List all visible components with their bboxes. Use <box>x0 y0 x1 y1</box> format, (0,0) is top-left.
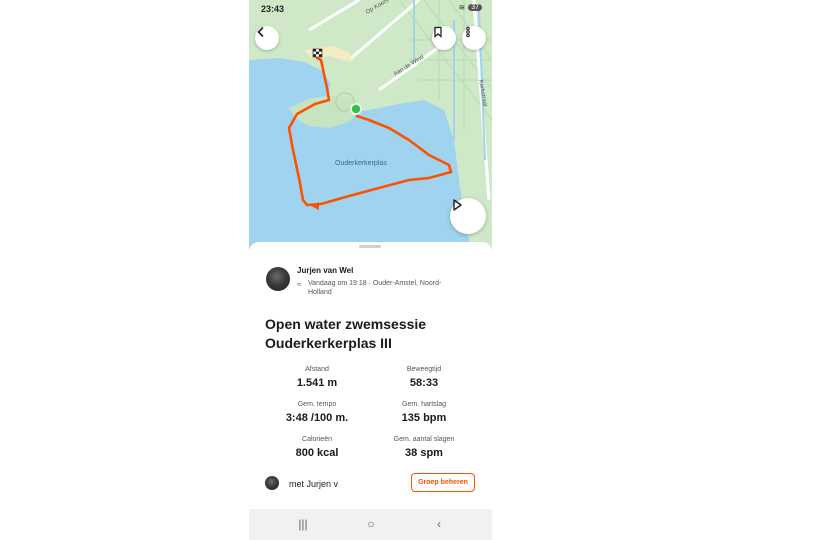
stat-label: Gem. tempo <box>297 401 337 408</box>
sheet-drag-handle[interactable] <box>359 245 381 248</box>
stat-label: Calorieën <box>302 436 332 443</box>
stat-moving-time: Beweegtijd 58:33 <box>369 365 479 391</box>
activity-title: Open water zwemsessie Ouderkerkerplas II… <box>265 316 427 351</box>
stat-calories: Calorieën 800 kcal <box>262 435 372 461</box>
stat-avg-stroke-rate: Gem. aantal slagen 38 spm <box>369 435 479 461</box>
finish-flag-icon <box>312 48 323 58</box>
lake-label: Ouderkerkerplas <box>335 160 387 167</box>
android-nav-bar: ||| ○ ‹ <box>249 509 492 540</box>
stat-label: Afstand <box>305 366 329 373</box>
stat-value: 38 spm <box>405 447 443 459</box>
manage-group-button[interactable]: Groep beheren <box>411 473 475 492</box>
bookmark-button[interactable] <box>432 26 456 50</box>
more-options-button[interactable] <box>462 26 486 50</box>
phone-screen: Ouderkerkerplas Op Koers Aan de Wind Ker… <box>249 0 492 540</box>
group-members-text[interactable]: met Jurjen v <box>289 479 338 489</box>
stat-distance: Afstand 1.541 m <box>262 365 372 391</box>
group-member-avatar[interactable] <box>265 476 279 490</box>
stat-label: Beweegtijd <box>406 366 442 373</box>
athlete-name[interactable]: Jurjen van Wel <box>297 266 353 275</box>
home-icon: ○ <box>367 517 375 531</box>
play-icon <box>453 199 462 211</box>
system-back-icon: ‹ <box>437 517 441 531</box>
battery-level: 37 <box>468 4 482 11</box>
status-time: 23:43 <box>261 4 285 14</box>
stat-value: 58:33 <box>409 377 439 389</box>
stat-value: 1.541 m <box>296 377 338 389</box>
status-icons: ≋ 37 <box>458 3 482 12</box>
play-flyover-button[interactable] <box>450 198 486 234</box>
back-arrow-icon <box>257 27 264 37</box>
stat-value: 3:48 /100 m. <box>285 412 349 424</box>
recents-icon: ||| <box>298 517 308 531</box>
stat-label: Gem. aantal slagen <box>393 436 455 443</box>
recents-button[interactable]: ||| <box>288 515 318 533</box>
bookmark-icon <box>434 26 442 38</box>
stat-avg-heart-rate: Gem. hartslag 135 bpm <box>369 400 479 426</box>
stat-label: Gem. hartslag <box>402 401 446 408</box>
avatar[interactable] <box>266 267 290 291</box>
stat-value: 800 kcal <box>295 447 339 459</box>
system-back-button[interactable]: ‹ <box>424 515 454 533</box>
wifi-icon: ≋ <box>458 3 466 12</box>
activity-sheet: Jurjen van Wel ≈ Vandaag om 19:18 · Oude… <box>249 242 492 510</box>
route-map[interactable]: Ouderkerkerplas Op Koers Aan de Wind Ker… <box>249 0 492 250</box>
activity-meta: Vandaag om 19:18 · Ouder-Amstel, Noord-H… <box>308 280 442 296</box>
swim-icon: ≈ <box>297 280 302 289</box>
stat-avg-pace: Gem. tempo 3:48 /100 m. <box>262 400 372 426</box>
back-button[interactable] <box>255 26 279 50</box>
more-vertical-icon <box>466 26 470 38</box>
start-marker <box>350 103 362 115</box>
home-button[interactable]: ○ <box>356 515 386 533</box>
stat-value: 135 bpm <box>401 412 447 424</box>
